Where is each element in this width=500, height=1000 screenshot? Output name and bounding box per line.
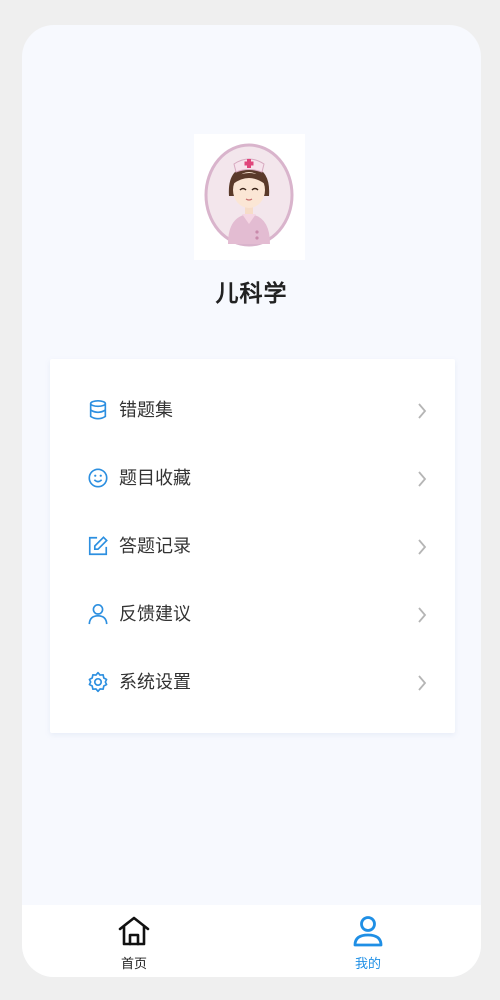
database-icon xyxy=(89,400,107,420)
avatar xyxy=(194,134,305,260)
tab-mine-label: 我的 xyxy=(354,957,381,972)
user-icon xyxy=(353,916,383,947)
menu-item-answer-history[interactable]: 答题记录 xyxy=(50,513,455,581)
smile-icon xyxy=(88,468,108,488)
menu-item-feedback[interactable]: 反馈建议 xyxy=(50,581,455,649)
menu-item-label: 答题记录 xyxy=(119,536,191,557)
chevron-right-icon xyxy=(418,403,427,419)
chevron-right-icon xyxy=(418,539,427,555)
edit-icon xyxy=(88,536,108,556)
menu-item-label: 系统设置 xyxy=(119,672,191,693)
menu-card: 错题集 题目收藏 答题记录 反馈建议 系统设置 xyxy=(50,359,455,733)
tab-home[interactable]: 首页 xyxy=(84,905,184,977)
menu-item-label: 反馈建议 xyxy=(119,604,191,625)
chevron-right-icon xyxy=(418,675,427,691)
menu-item-label: 题目收藏 xyxy=(119,468,191,489)
menu-item-label: 错题集 xyxy=(119,400,173,421)
nurse-avatar-illustration xyxy=(204,143,294,247)
phone-screen: 儿科学 错题集 题目收藏 答题记录 反馈建议 系统设置 首页 我的 xyxy=(22,25,481,977)
menu-item-favorites[interactable]: 题目收藏 xyxy=(50,445,455,513)
settings-icon xyxy=(88,671,108,693)
bottom-tab-bar: 首页 我的 xyxy=(22,905,481,977)
user-icon xyxy=(88,604,108,625)
menu-item-wrong-questions[interactable]: 错题集 xyxy=(50,377,455,445)
menu-item-settings[interactable]: 系统设置 xyxy=(50,649,455,717)
chevron-right-icon xyxy=(418,607,427,623)
chevron-right-icon xyxy=(418,471,427,487)
tab-home-label: 首页 xyxy=(120,957,147,972)
subject-title: 儿科学 xyxy=(215,281,288,307)
home-icon xyxy=(118,916,150,946)
tab-mine[interactable]: 我的 xyxy=(318,905,418,977)
